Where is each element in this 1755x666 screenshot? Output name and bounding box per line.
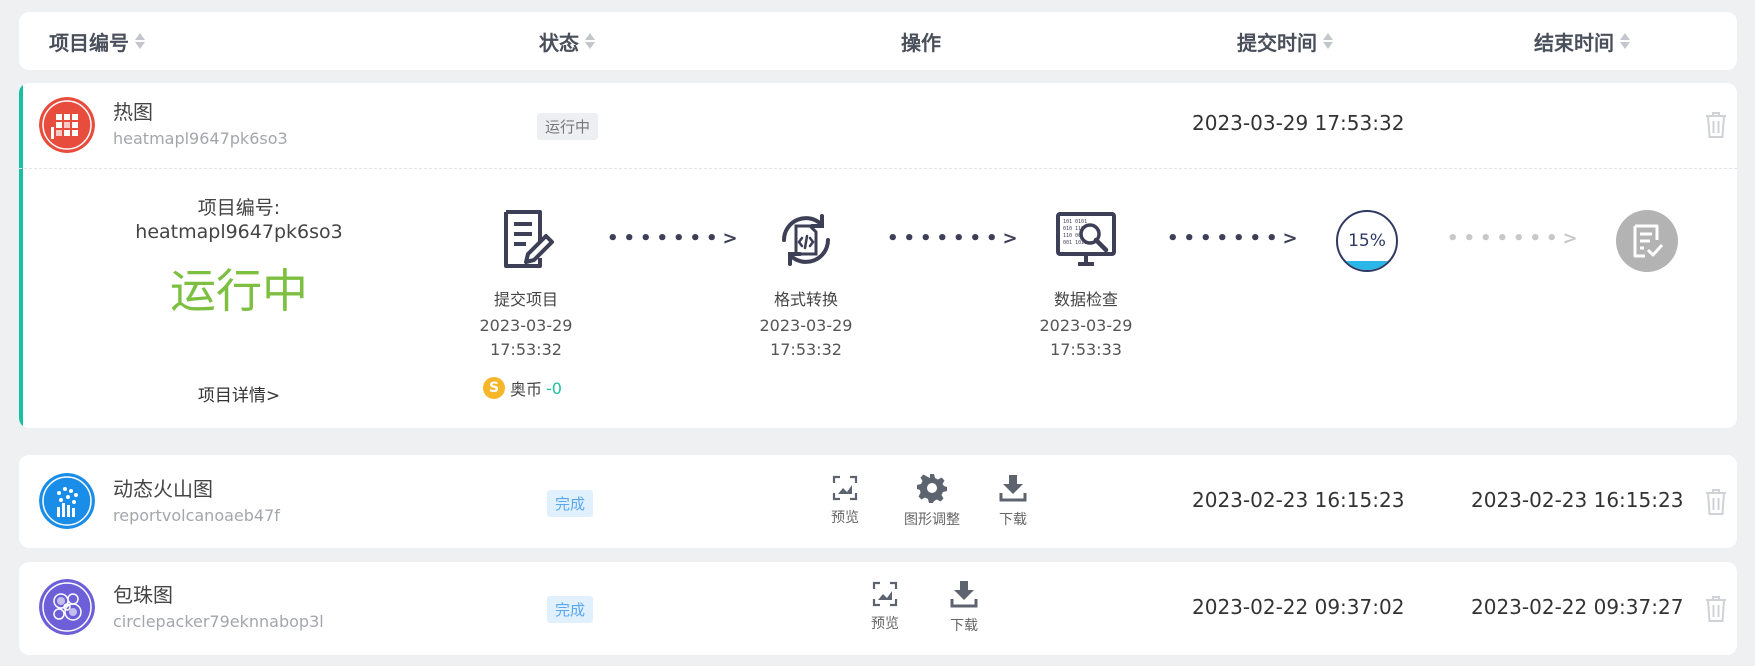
project-name[interactable]: 热图: [113, 96, 153, 125]
status-badge: 完成: [547, 490, 594, 517]
step-name: 数据检查: [1053, 290, 1118, 309]
step-name: 格式转换: [773, 290, 838, 309]
col-project-id[interactable]: 项目编号: [49, 12, 145, 70]
progress-fill: [1338, 261, 1396, 270]
gear-icon: [917, 474, 947, 503]
sort-icon[interactable]: [1323, 33, 1333, 49]
trash-icon[interactable]: [1705, 488, 1727, 516]
adjust-label: 图形调整: [904, 512, 960, 528]
status-badge: 运行中: [537, 113, 599, 140]
download-button[interactable]: 下载: [993, 473, 1033, 529]
adjust-button[interactable]: 图形调整: [894, 473, 970, 529]
preview-button[interactable]: 预览: [825, 475, 865, 527]
coin-label: 奥币: [510, 380, 543, 399]
flow-arrow: •••••••>: [607, 228, 743, 249]
report-check-icon: [1633, 224, 1664, 258]
step-name: 提交项目: [493, 290, 558, 309]
preview-label: 预览: [871, 616, 899, 632]
col-project-id-label: 项目编号: [49, 30, 129, 55]
end-time: 2023-02-22 09:37:27: [1471, 595, 1684, 619]
table-row[interactable]: 热图 heatmapl9647pk6so3 运行中 2023-03-29 17:…: [19, 83, 1737, 428]
col-submit-time[interactable]: 提交时间: [1237, 12, 1333, 70]
col-submit-time-label: 提交时间: [1237, 30, 1317, 55]
coin-cost: S 奥币 -0: [483, 376, 562, 400]
detail-code-label: 项目编号:: [197, 197, 281, 219]
step-date: 2023-03-29 17:53:33: [1039, 316, 1133, 359]
step-date: 2023-03-29 17:53:32: [479, 316, 573, 359]
data-check-icon: 101 0101010 1100110 0010001 1011: [1056, 212, 1116, 266]
final-step: [1616, 210, 1678, 272]
volcano-avatar-icon: [39, 473, 95, 529]
coin-icon: S: [483, 377, 505, 399]
trash-icon[interactable]: [1705, 595, 1727, 623]
download-icon: [950, 581, 978, 608]
step-convert: 格式转换 2023-03-29 17:53:32: [736, 208, 876, 362]
table-row[interactable]: 包珠图 circlepacker79eknnabop3l 完成 预览 下载 20…: [19, 562, 1737, 655]
preview-icon: [832, 475, 858, 501]
trash-icon[interactable]: [1705, 111, 1727, 139]
document-edit-icon: [504, 210, 554, 268]
col-end-time-label: 结束时间: [1534, 30, 1614, 55]
col-end-time[interactable]: 结束时间: [1534, 12, 1630, 70]
status-badge: 完成: [547, 596, 594, 623]
project-code: reportvolcanoaeb47f: [113, 506, 280, 525]
step-check: 101 0101 010 1100 110 0010 001 1011 数据检查 20…: [1016, 208, 1156, 362]
col-action-label: 操作: [901, 30, 941, 55]
preview-label: 预览: [831, 510, 859, 526]
step-date: 2023-03-29 17:53:32: [759, 316, 853, 359]
download-label: 下载: [999, 512, 1027, 528]
project-name[interactable]: 动态火山图: [113, 473, 213, 502]
submit-time: 2023-03-29 17:53:32: [1192, 111, 1405, 135]
sort-icon[interactable]: [135, 33, 145, 49]
code-convert-icon: [782, 214, 830, 266]
table-header: 项目编号 状态 操作 提交时间 结束时间: [19, 12, 1737, 70]
sort-icon[interactable]: [585, 33, 595, 49]
download-label: 下载: [950, 618, 978, 634]
coin-value: -0: [546, 378, 562, 398]
progress-circle: 15%: [1336, 210, 1398, 272]
submit-time: 2023-02-22 09:37:02: [1192, 595, 1405, 619]
preview-button[interactable]: 预览: [865, 581, 905, 633]
download-button[interactable]: 下载: [944, 579, 984, 635]
detail-code-value: heatmapl9647pk6so3: [135, 221, 343, 243]
col-status[interactable]: 状态: [539, 12, 595, 70]
flow-arrow-pending: •••••••>: [1447, 228, 1583, 249]
col-action: 操作: [901, 12, 941, 70]
circle-packer-avatar-icon: [39, 579, 95, 635]
project-code: circlepacker79eknnabop3l: [113, 612, 324, 631]
table-row[interactable]: 动态火山图 reportvolcanoaeb47f 完成 预览 图形调整 下载 …: [19, 455, 1737, 548]
submit-time: 2023-02-23 16:15:23: [1192, 488, 1405, 512]
svg-text:101 0101: 101 0101: [1063, 219, 1087, 225]
col-status-label: 状态: [539, 30, 579, 55]
heatmap-avatar-icon: [39, 97, 95, 153]
project-detail-link[interactable]: 项目详情>: [19, 381, 459, 406]
flow-arrow: •••••••>: [1167, 228, 1303, 249]
download-icon: [999, 475, 1027, 502]
project-name[interactable]: 包珠图: [113, 579, 173, 608]
sort-icon[interactable]: [1620, 33, 1630, 49]
preview-icon: [872, 581, 898, 607]
project-code: heatmapl9647pk6so3: [113, 129, 288, 148]
end-time: 2023-02-23 16:15:23: [1471, 488, 1684, 512]
detail-status: 运行中: [170, 264, 308, 318]
progress-text: 15%: [1348, 231, 1386, 251]
step-submit: 提交项目 2023-03-29 17:53:32: [456, 208, 596, 362]
row-divider: [19, 168, 1737, 169]
flow-arrow: •••••••>: [887, 228, 1023, 249]
